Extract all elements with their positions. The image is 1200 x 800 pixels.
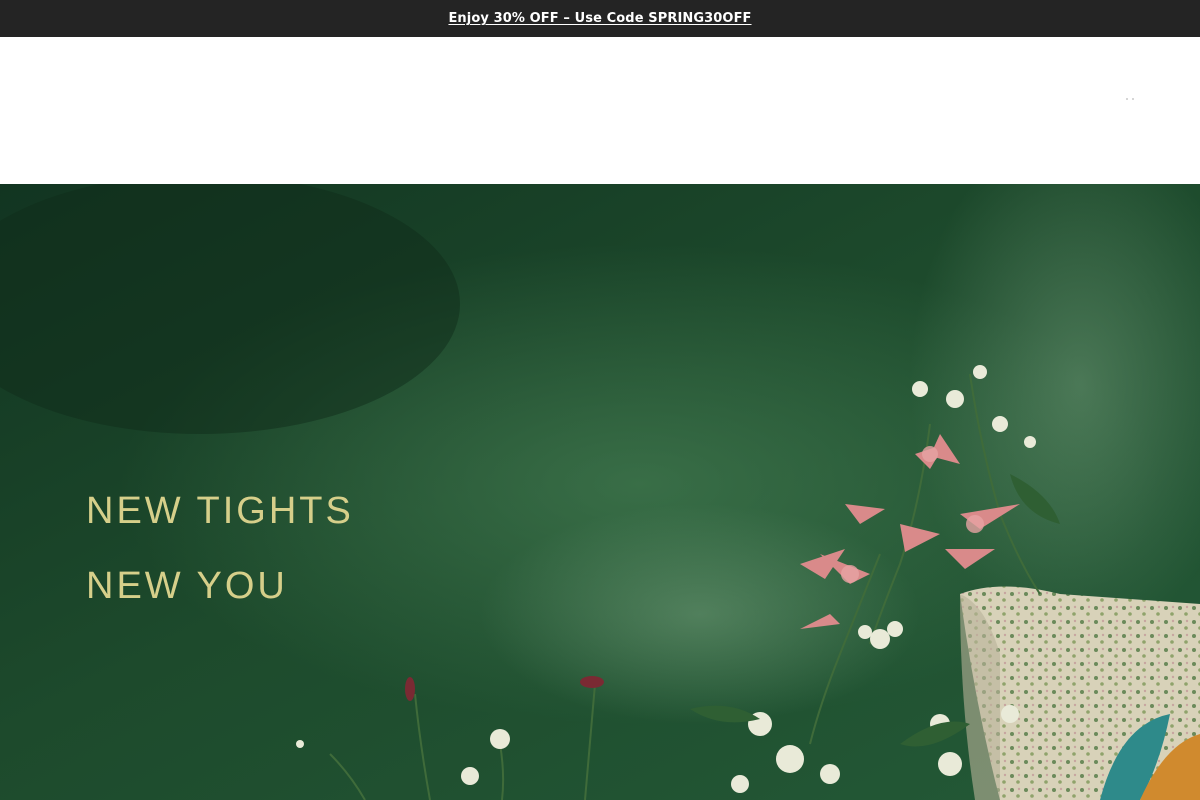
announcement-bar: Enjoy 30% OFF – Use Code SPRING30OFF xyxy=(0,0,1200,37)
site-header xyxy=(0,37,1200,184)
hero-headline-line-2: NEW YOU xyxy=(86,565,288,607)
hero-headline: NEW TIGHTS NEW YOU xyxy=(86,474,354,624)
announcement-link[interactable]: Enjoy 30% OFF – Use Code SPRING30OFF xyxy=(448,11,751,26)
more-dots-icon[interactable] xyxy=(1126,97,1138,101)
hero-headline-line-1: NEW TIGHTS xyxy=(86,490,354,532)
hero-banner[interactable]: NEW TIGHTS NEW YOU xyxy=(0,184,1200,800)
